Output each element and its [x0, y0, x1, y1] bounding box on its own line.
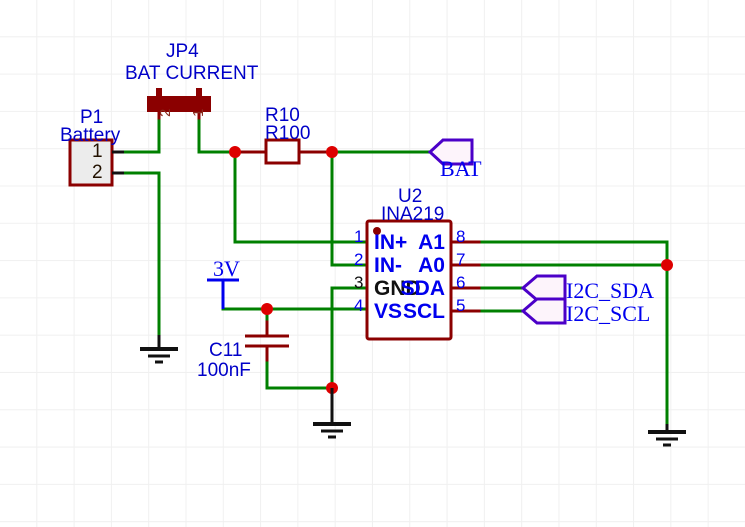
c11-value: 100nF [197, 360, 251, 381]
ground-symbol-right [648, 424, 686, 447]
junction-right-rail [661, 259, 673, 271]
u2-pin-number-2: 2 [354, 250, 364, 269]
u2-value: INA219 [381, 204, 445, 225]
net-label-bat[interactable]: BAT [440, 158, 482, 180]
wire-p1-pin2-to-gnd [122, 171, 161, 337]
u2-pin-number-6: 6 [456, 273, 466, 292]
junction-r10-right [326, 146, 338, 158]
u2-pin-name-sda: SDA [400, 277, 445, 300]
p1-body [68, 138, 114, 187]
u2-pin-name-a1: A1 [418, 231, 445, 254]
p1-pin-1-number: 1 [92, 141, 103, 162]
power-label-3v: 3V [213, 256, 240, 281]
component-jp4-jumper[interactable] [147, 88, 211, 112]
jp4-pin-2-number: 2 [157, 108, 174, 117]
p1-pin-2-number: 2 [92, 162, 103, 183]
ground-symbol-battery [140, 335, 178, 364]
u2-pin-name-a0: A0 [418, 254, 445, 277]
schematic-canvas: JP4 BAT CURRENT 2 1 P1 Battery 1 2 R10 R… [0, 0, 745, 527]
schematic-drawing [68, 88, 686, 447]
u2-pin-number-8: 8 [456, 227, 466, 246]
wire-c11-bottom-to-gnd [265, 358, 334, 390]
net-label-i2c-scl[interactable]: I2C_SCL [566, 303, 650, 325]
u2-pin-number-3: 3 [354, 273, 364, 292]
component-c11-capacitor[interactable] [245, 334, 289, 348]
junction-r10-left [229, 146, 241, 158]
ground-symbol-c11 [313, 388, 351, 439]
wire-3v-to-u2-vs [221, 278, 369, 311]
jp4-value: BAT CURRENT [125, 63, 259, 84]
junction-c11-3v [261, 303, 273, 315]
u2-pin-number-5: 5 [456, 296, 466, 315]
u2-pin-name-scl: SCL [403, 300, 445, 323]
wire-node-left-to-u2-pin1 [233, 150, 369, 244]
net-label-i2c-sda[interactable]: I2C_SDA [566, 280, 654, 302]
jp4-reference: JP4 [166, 41, 199, 62]
u2-pin-number-1: 1 [354, 227, 364, 246]
u2-pin-number-4: 4 [354, 296, 364, 315]
u2-pin-number-7: 7 [456, 250, 466, 269]
c11-reference: C11 [209, 340, 243, 361]
r10-value: R100 [265, 123, 311, 144]
wire-node-right-to-u2-pin2 [330, 150, 369, 267]
net-label-shape-i2c-scl[interactable] [520, 297, 567, 325]
net-label-shape-i2c-sda[interactable] [520, 274, 567, 302]
power-symbol-3v [207, 278, 239, 309]
jp4-pin-1-number: 1 [190, 108, 207, 117]
p1-value: Battery [60, 125, 121, 146]
